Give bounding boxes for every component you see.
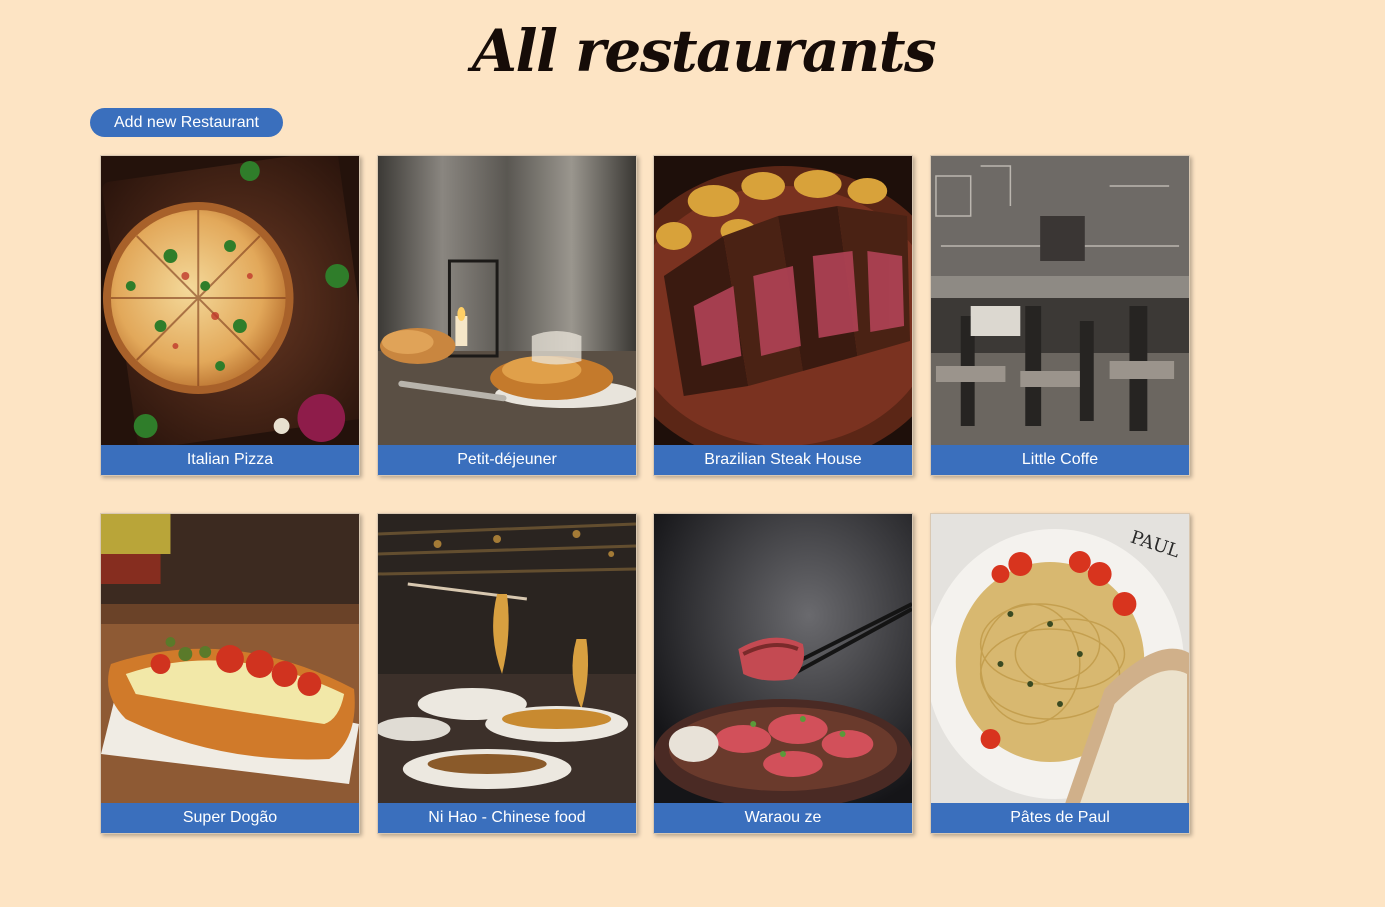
restaurant-card-petit-dejeuner[interactable]: Petit-déjeuner (377, 155, 637, 476)
restaurant-card-waraou-ze[interactable]: Waraou ze (653, 513, 913, 834)
restaurant-card-brazilian-steak-house[interactable]: Brazilian Steak House (653, 155, 913, 476)
coffee-shop-interior-photo (931, 156, 1189, 446)
restaurant-name: Little Coffe (931, 445, 1189, 475)
page-title: All restaurants (472, 17, 937, 85)
restaurant-name: Waraou ze (654, 803, 912, 833)
pizza-photo (101, 156, 359, 446)
noodles-chopsticks-photo (378, 514, 636, 804)
spaghetti-bread-photo: PAUL (931, 514, 1189, 804)
restaurant-name: Ni Hao - Chinese food (378, 803, 636, 833)
croissant-breakfast-photo (378, 156, 636, 446)
restaurant-card-ni-hao[interactable]: Ni Hao - Chinese food (377, 513, 637, 834)
restaurant-card-italian-pizza[interactable]: Italian Pizza (100, 155, 360, 476)
add-restaurant-button[interactable]: Add new Restaurant (90, 108, 283, 137)
restaurant-name: Italian Pizza (101, 445, 359, 475)
restaurant-name: Petit-déjeuner (378, 445, 636, 475)
hot-dog-photo (101, 514, 359, 804)
restaurant-name: Brazilian Steak House (654, 445, 912, 475)
restaurant-card-pates-de-paul[interactable]: PAUL Pâtes de Paul (930, 513, 1190, 834)
restaurant-name: Pâtes de Paul (931, 803, 1189, 833)
seared-beef-chopsticks-photo (654, 514, 912, 804)
restaurant-card-little-coffe[interactable]: Little Coffe (930, 155, 1190, 476)
restaurant-name: Super Dogão (101, 803, 359, 833)
restaurant-card-super-dogao[interactable]: Super Dogão (100, 513, 360, 834)
sliced-steak-photo (654, 156, 912, 446)
